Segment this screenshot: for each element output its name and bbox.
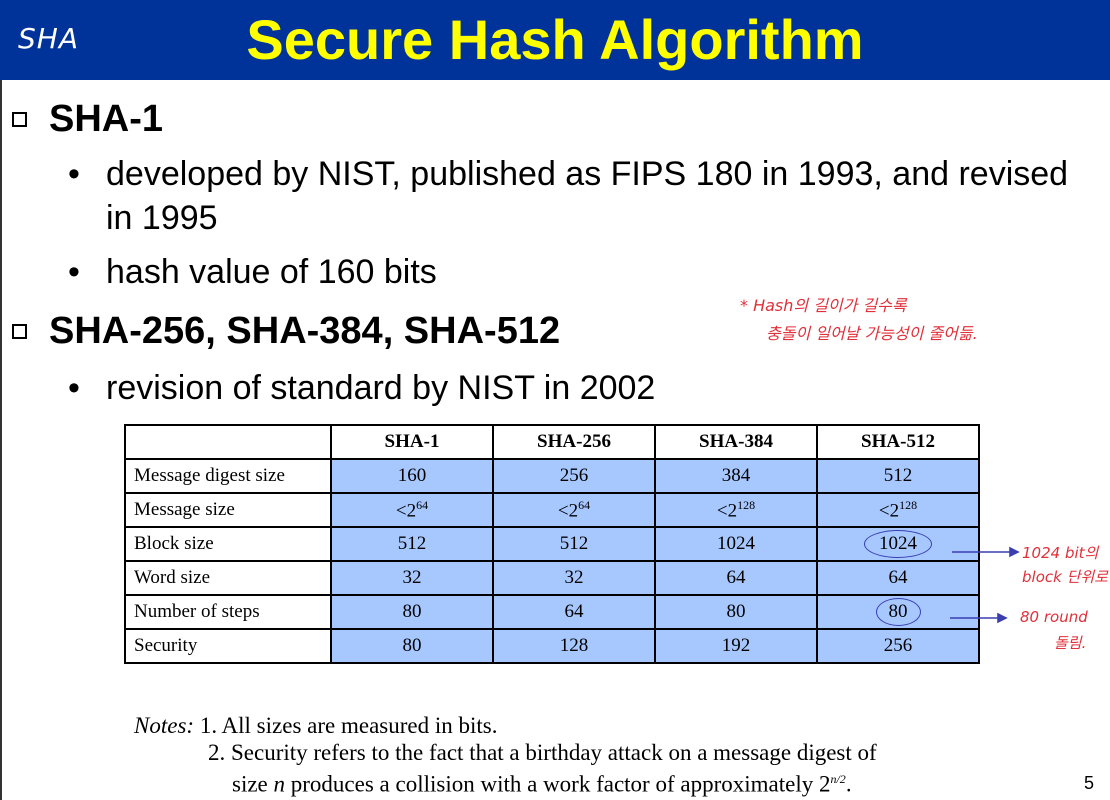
block-note-line2: block 단위로 [1022, 568, 1108, 586]
arrow-head-icon [1009, 546, 1020, 558]
arrow-head-icon [997, 612, 1008, 624]
steps-note-line1: 80 round [1020, 608, 1088, 626]
note-2-line2: size n produces a collision with a work … [232, 771, 852, 797]
page-number: 5 [1083, 773, 1094, 793]
notes-label: Notes: [134, 713, 195, 738]
block-note-line1: 1024 bit의 [1022, 544, 1099, 562]
annotation-arrows [950, 546, 1020, 624]
note-2-line1: 2. Security refers to the fact that a bi… [208, 740, 877, 765]
table-notes: Notes: 1. All sizes are measured in bits… [134, 712, 877, 798]
steps-note-line2: 돌림. [1054, 634, 1087, 652]
note-1: 1. All sizes are measured in bits. [199, 713, 498, 738]
